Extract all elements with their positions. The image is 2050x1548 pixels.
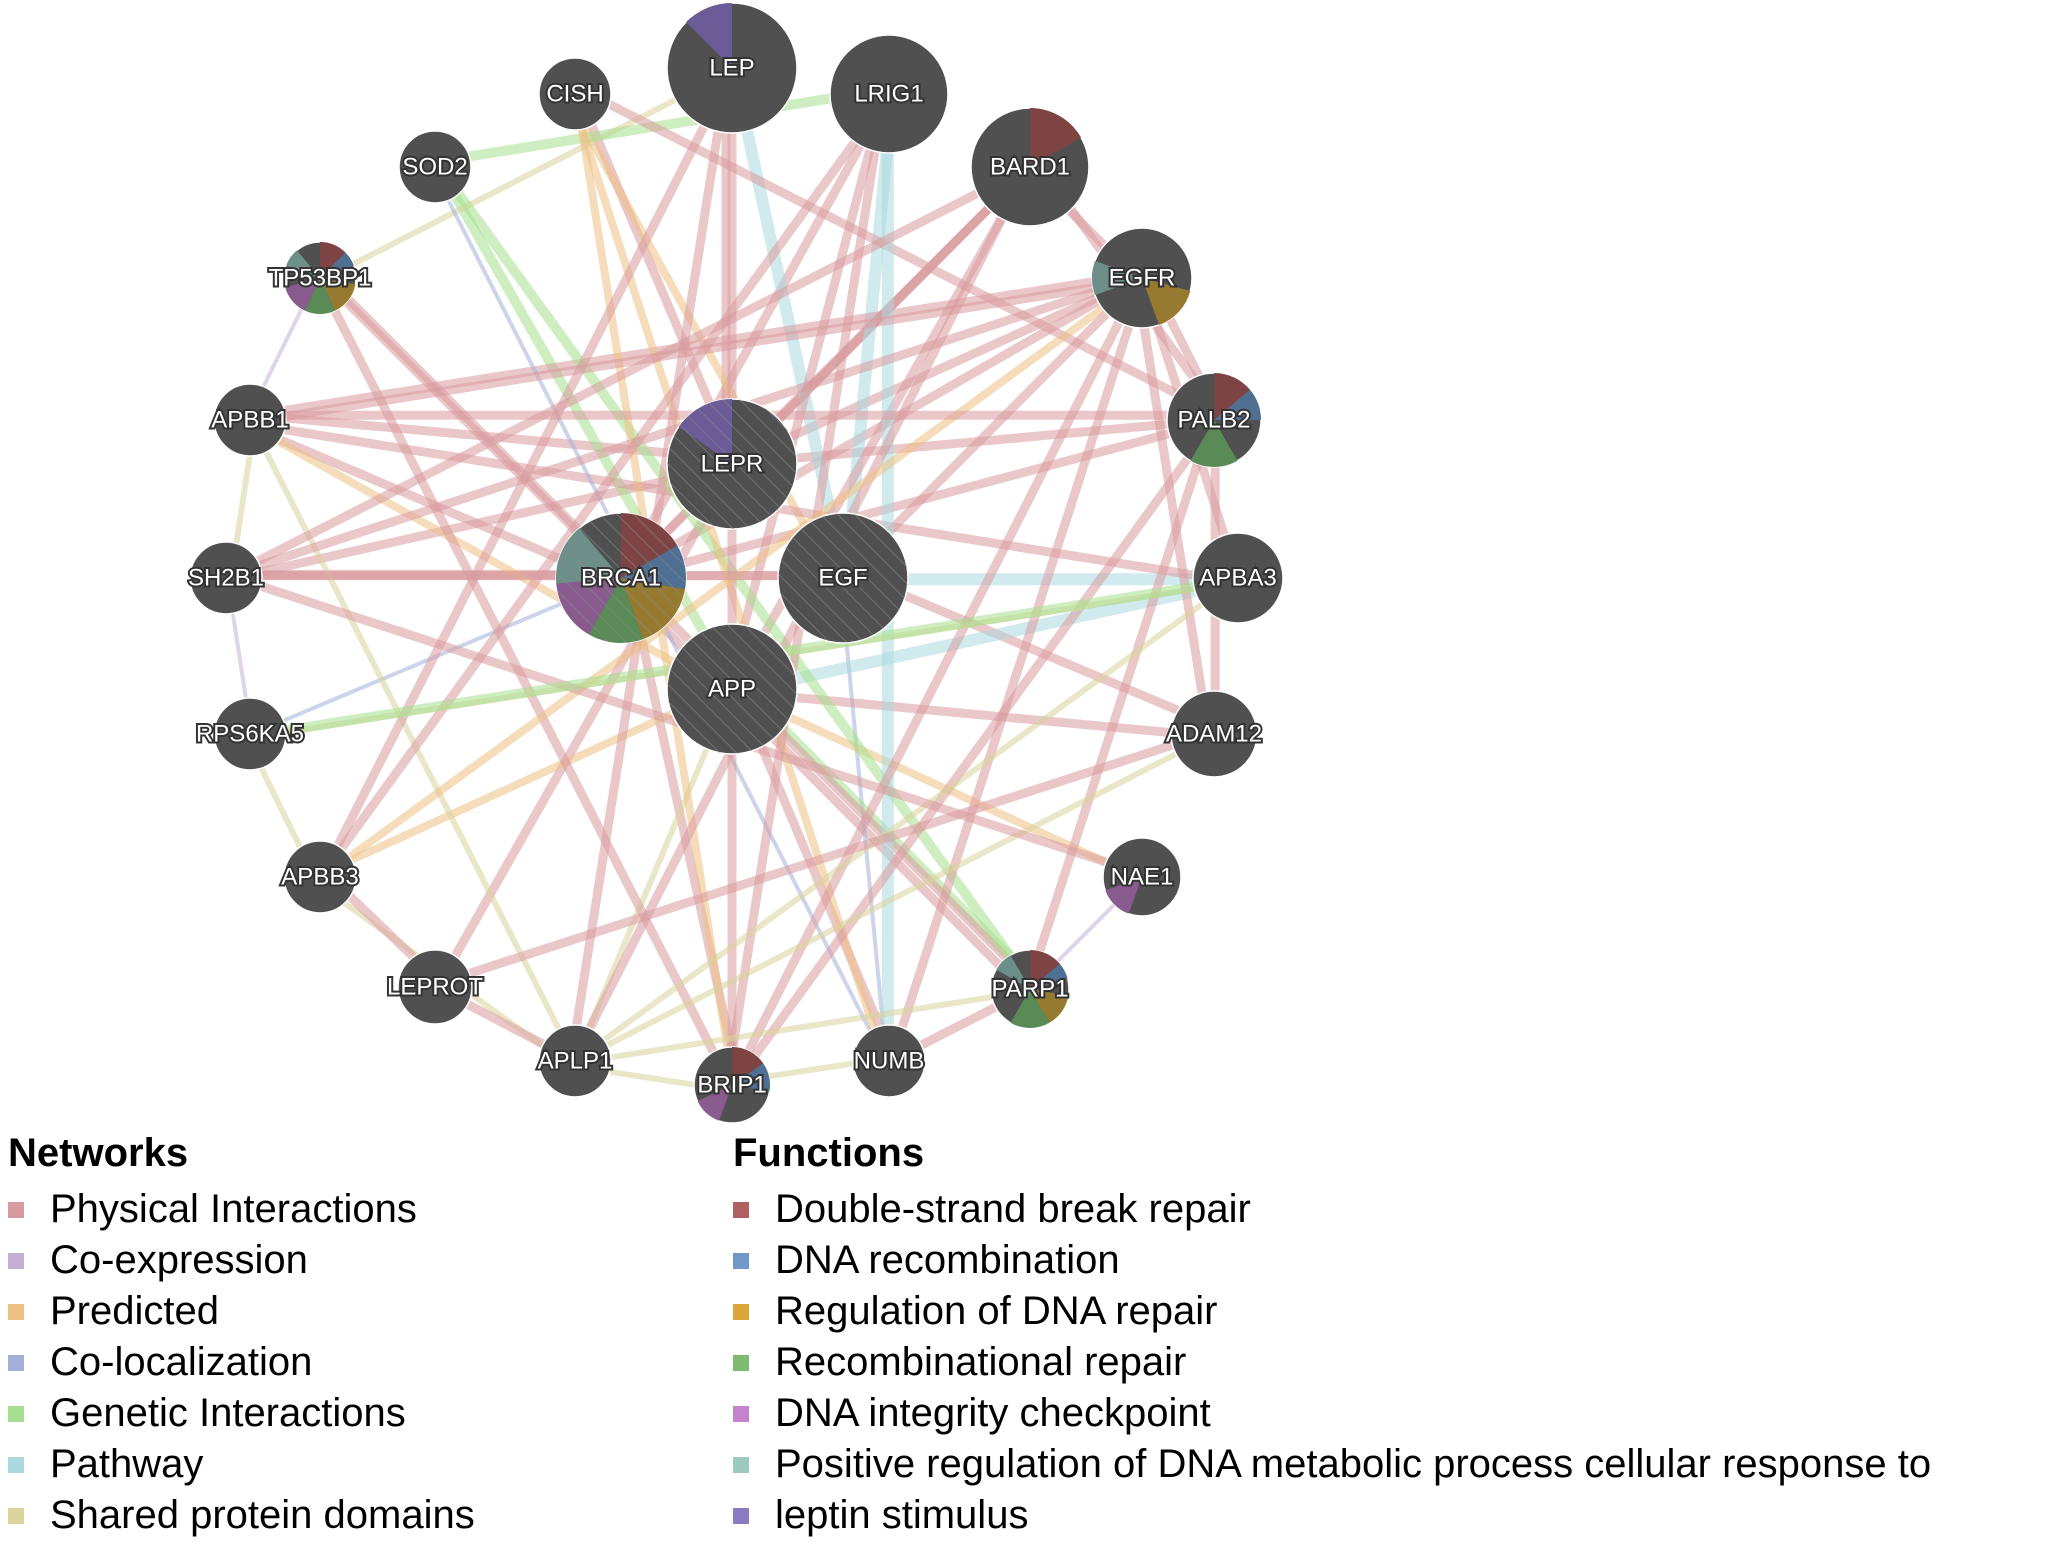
- legend-item-genetic-interactions: Genetic Interactions: [8, 1388, 475, 1439]
- legend-label: Double-strand break repair: [775, 1187, 1251, 1231]
- gene-label: BARD1: [990, 154, 1070, 181]
- edge-sod2-lrig1-genetic: [440, 83, 896, 166]
- legend-label: leptin stimulus: [775, 1493, 1029, 1537]
- legend-label: Recombinational repair: [775, 1340, 1187, 1384]
- gene-node-lrig1[interactable]: LRIG1: [829, 34, 949, 154]
- networks-legend-title: Networks: [8, 1131, 189, 1175]
- gene-label: BRCA1: [581, 565, 661, 592]
- legend-item-pathway: Pathway: [8, 1439, 475, 1490]
- legend-label: DNA recombination: [775, 1238, 1120, 1282]
- legend-item-regulation-of-dna-repair: Regulation of DNA repair: [733, 1286, 1931, 1337]
- legend-label: Genetic Interactions: [50, 1391, 406, 1435]
- legend-item-dna-integrity-checkpoint: DNA integrity checkpoint: [733, 1388, 1931, 1439]
- legend-label: Shared protein domains: [50, 1493, 475, 1537]
- gene-node-app[interactable]: APP: [666, 623, 798, 755]
- pathway-swatch: [8, 1456, 24, 1473]
- legend-item-predicted: Predicted: [8, 1286, 475, 1337]
- gene-label: ADAM12: [1166, 721, 1262, 748]
- gene-node-palb2[interactable]: PALB2: [1166, 372, 1262, 468]
- gene-node-aplp1[interactable]: APLP1: [536, 1024, 614, 1098]
- gene-node-sod2[interactable]: SOD2: [398, 130, 472, 204]
- gene-node-egf[interactable]: EGF: [777, 512, 909, 644]
- legend-item-positive-regulation: Positive regulation of DNA metabolic pro…: [733, 1439, 1931, 1490]
- edge-egfr-numb-physical: [888, 273, 1150, 1059]
- gene-label: EGFR: [1109, 265, 1176, 292]
- gene-label: NUMB: [854, 1048, 925, 1075]
- double-strand-break-repair-swatch: [733, 1201, 749, 1218]
- gene-label: LRIG1: [854, 81, 923, 108]
- gene-label: APBA3: [1199, 565, 1276, 592]
- gene-node-rps6ka5[interactable]: RPS6KA5: [194, 697, 306, 771]
- legend-item-physical-interactions: Physical Interactions: [8, 1184, 475, 1235]
- legend-label: DNA integrity checkpoint: [775, 1391, 1211, 1435]
- gene-node-brip1[interactable]: BRIP1: [693, 1046, 771, 1124]
- predicted-swatch: [8, 1303, 24, 1320]
- positive-regulation-swatch: [733, 1456, 749, 1473]
- gene-label: LEP: [709, 55, 754, 82]
- gene-node-cish[interactable]: CISH: [538, 57, 612, 131]
- legend-label: Predicted: [50, 1289, 219, 1333]
- gene-label: BRIP1: [697, 1072, 766, 1099]
- gene-label: APBB3: [281, 864, 358, 891]
- gene-label: NAE1: [1111, 864, 1174, 891]
- dna-integrity-checkpoint-swatch: [733, 1405, 749, 1422]
- gene-node-sh2b1[interactable]: SH2B1: [186, 541, 266, 615]
- gene-node-leprot[interactable]: LEPROT: [385, 949, 485, 1025]
- leptin-stimulus-swatch: [733, 1507, 749, 1524]
- gene-node-parp1[interactable]: PARP1: [990, 949, 1070, 1029]
- gene-label: SH2B1: [188, 565, 264, 592]
- functions-legend: Functions Double-strand break repair DNA…: [733, 1128, 1931, 1541]
- gene-label: APP: [708, 676, 756, 703]
- gene-node-nae1[interactable]: NAE1: [1102, 837, 1182, 917]
- gene-node-apba3[interactable]: APBA3: [1192, 532, 1284, 624]
- regulation-of-dna-repair-swatch: [733, 1303, 749, 1320]
- gene-label: TP53BP1: [269, 265, 372, 292]
- gene-label: SOD2: [402, 154, 467, 181]
- gene-node-brca1[interactable]: BRCA1: [555, 512, 687, 644]
- functions-legend-title: Functions: [733, 1131, 925, 1175]
- legend-item-leptin-stimulus: leptin stimulus: [733, 1490, 1931, 1541]
- networks-legend: Networks Physical Interactions Co-expres…: [8, 1128, 475, 1541]
- legend-item-double-strand-break-repair: Double-strand break repair: [733, 1184, 1931, 1235]
- shared-protein-domains-swatch: [8, 1507, 24, 1524]
- gene-label: LEPR: [701, 451, 764, 478]
- gene-label: EGF: [818, 565, 867, 592]
- gene-label: PARP1: [992, 976, 1069, 1003]
- legend-label: Co-expression: [50, 1238, 308, 1282]
- gene-network-diagram: LEP CISH LRIG1 SOD2 BARD1 TP53BP1 EGFR APBB1 PAL…: [186, 2, 1284, 1124]
- edges-layer: [222, 62, 1243, 1093]
- dna-recombination-swatch: [733, 1252, 749, 1269]
- legend-label: Positive regulation of DNA metabolic pro…: [775, 1442, 1932, 1486]
- gene-label: LEPROT: [387, 974, 483, 1001]
- legend-item-dna-recombination: DNA recombination: [733, 1235, 1931, 1286]
- genetic-interactions-swatch: [8, 1405, 24, 1422]
- gene-node-egfr[interactable]: EGFR: [1091, 227, 1193, 329]
- physical-interactions-swatch: [8, 1201, 24, 1218]
- gene-label: APLP1: [538, 1048, 613, 1075]
- legend-label: Co-localization: [50, 1340, 313, 1384]
- legend-label: Regulation of DNA repair: [775, 1289, 1218, 1333]
- gene-node-lep[interactable]: LEP: [666, 2, 798, 134]
- gene-node-bard1[interactable]: BARD1: [970, 107, 1090, 227]
- recombinational-repair-swatch: [733, 1354, 749, 1371]
- gene-label: CISH: [546, 81, 603, 108]
- gene-node-adam12[interactable]: ADAM12: [1164, 690, 1264, 778]
- edge-tp53bp1-lep-shared: [312, 71, 728, 287]
- co-expression-swatch: [8, 1252, 24, 1269]
- legend-label: Pathway: [50, 1442, 204, 1486]
- gene-node-lepr[interactable]: LEPR: [666, 398, 798, 530]
- legend-item-shared-protein-domains: Shared protein domains: [8, 1490, 475, 1541]
- co-localization-swatch: [8, 1354, 24, 1371]
- legend-label: Physical Interactions: [50, 1187, 417, 1231]
- gene-label: APBB1: [211, 407, 288, 434]
- gene-label: RPS6KA5: [196, 721, 304, 748]
- gene-label: PALB2: [1178, 407, 1251, 434]
- legend-item-co-localization: Co-localization: [8, 1337, 475, 1388]
- legend-item-recombinational-repair: Recombinational repair: [733, 1337, 1931, 1388]
- legend-item-co-expression: Co-expression: [8, 1235, 475, 1286]
- gene-node-numb[interactable]: NUMB: [852, 1024, 926, 1098]
